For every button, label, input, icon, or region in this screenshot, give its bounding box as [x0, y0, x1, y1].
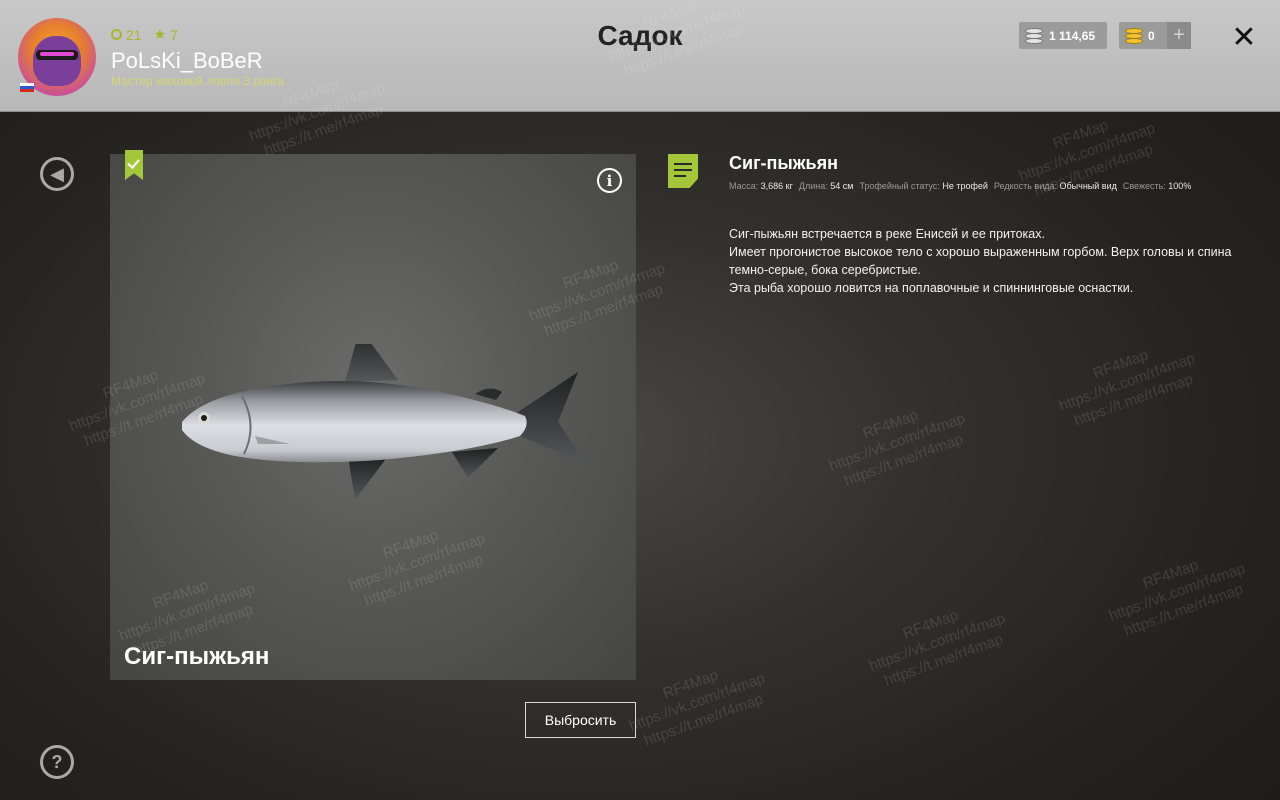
watermark: RF4Maphttps://vk.com/rf4maphttps://t.me/…	[1056, 346, 1198, 430]
prop-trophy: Трофейный статус: Не трофей	[859, 181, 988, 191]
player-rank: Мастер маховой ловли 3 ранга	[111, 74, 284, 88]
top-bar: 21 ★ 7 PoLsKi_BoBeR Мастер маховой ловли…	[0, 0, 1280, 112]
prop-rarity: Редкость вида: Обычный вид	[993, 181, 1117, 191]
watermark: RF4Maphttps://vk.com/rf4maphttps://t.me/…	[1106, 556, 1248, 640]
silver-amount: 1 114,65	[1049, 28, 1096, 43]
silver-coins-icon	[1025, 27, 1043, 44]
watermark: RF4Maphttps://vk.com/rf4maphttps://t.me/…	[626, 666, 768, 750]
watermark: RF4Maphttps://vk.com/rf4maphttps://t.me/…	[826, 406, 968, 490]
prop-length: Длина: 54 см	[798, 181, 854, 191]
russia-flag-icon	[20, 83, 34, 92]
release-button[interactable]: Выбросить	[525, 702, 636, 738]
fish-description: Сиг-пыжьян встречается в реке Енисей и е…	[729, 225, 1249, 297]
watermark: RF4Maphttps://vk.com/rf4maphttps://t.me/…	[866, 606, 1008, 690]
help-button[interactable]: ?	[40, 745, 74, 779]
close-button[interactable]: ✕	[1229, 21, 1259, 54]
description-line: Имеет прогонистое высокое тело с хорошо …	[729, 245, 1232, 277]
prop-mass: Масса: 3,686 кг	[729, 181, 793, 191]
fish-name-heading: Сиг-пыжьян	[729, 153, 839, 173]
bookmark-check-icon[interactable]	[125, 150, 143, 180]
document-icon	[668, 154, 698, 188]
fish-card: i Сиг-пыжьян	[110, 150, 636, 680]
back-arrow-icon: ◀	[50, 163, 64, 184]
silver-balance: 1 114,65	[1019, 22, 1107, 49]
buy-gold-button[interactable]: +	[1167, 22, 1191, 49]
fish-image	[182, 344, 586, 500]
gold-amount: 0	[1148, 28, 1155, 43]
description-line: Сиг-пыжьян встречается в реке Енисей и е…	[729, 227, 1045, 241]
gold-coins-icon	[1125, 27, 1143, 44]
gold-balance: 0 +	[1119, 22, 1191, 49]
prop-freshness: Свежесть: 100%	[1122, 181, 1192, 191]
info-button[interactable]: i	[597, 168, 622, 193]
card-fish-name: Сиг-пыжьян	[124, 643, 270, 670]
fish-properties: Масса: 3,686 кг Длина: 54 см Трофейный с…	[729, 181, 1191, 191]
question-icon: ?	[51, 751, 63, 772]
description-line: Эта рыба хорошо ловится на поплавочные и…	[729, 281, 1134, 295]
back-button[interactable]: ◀	[40, 157, 74, 191]
